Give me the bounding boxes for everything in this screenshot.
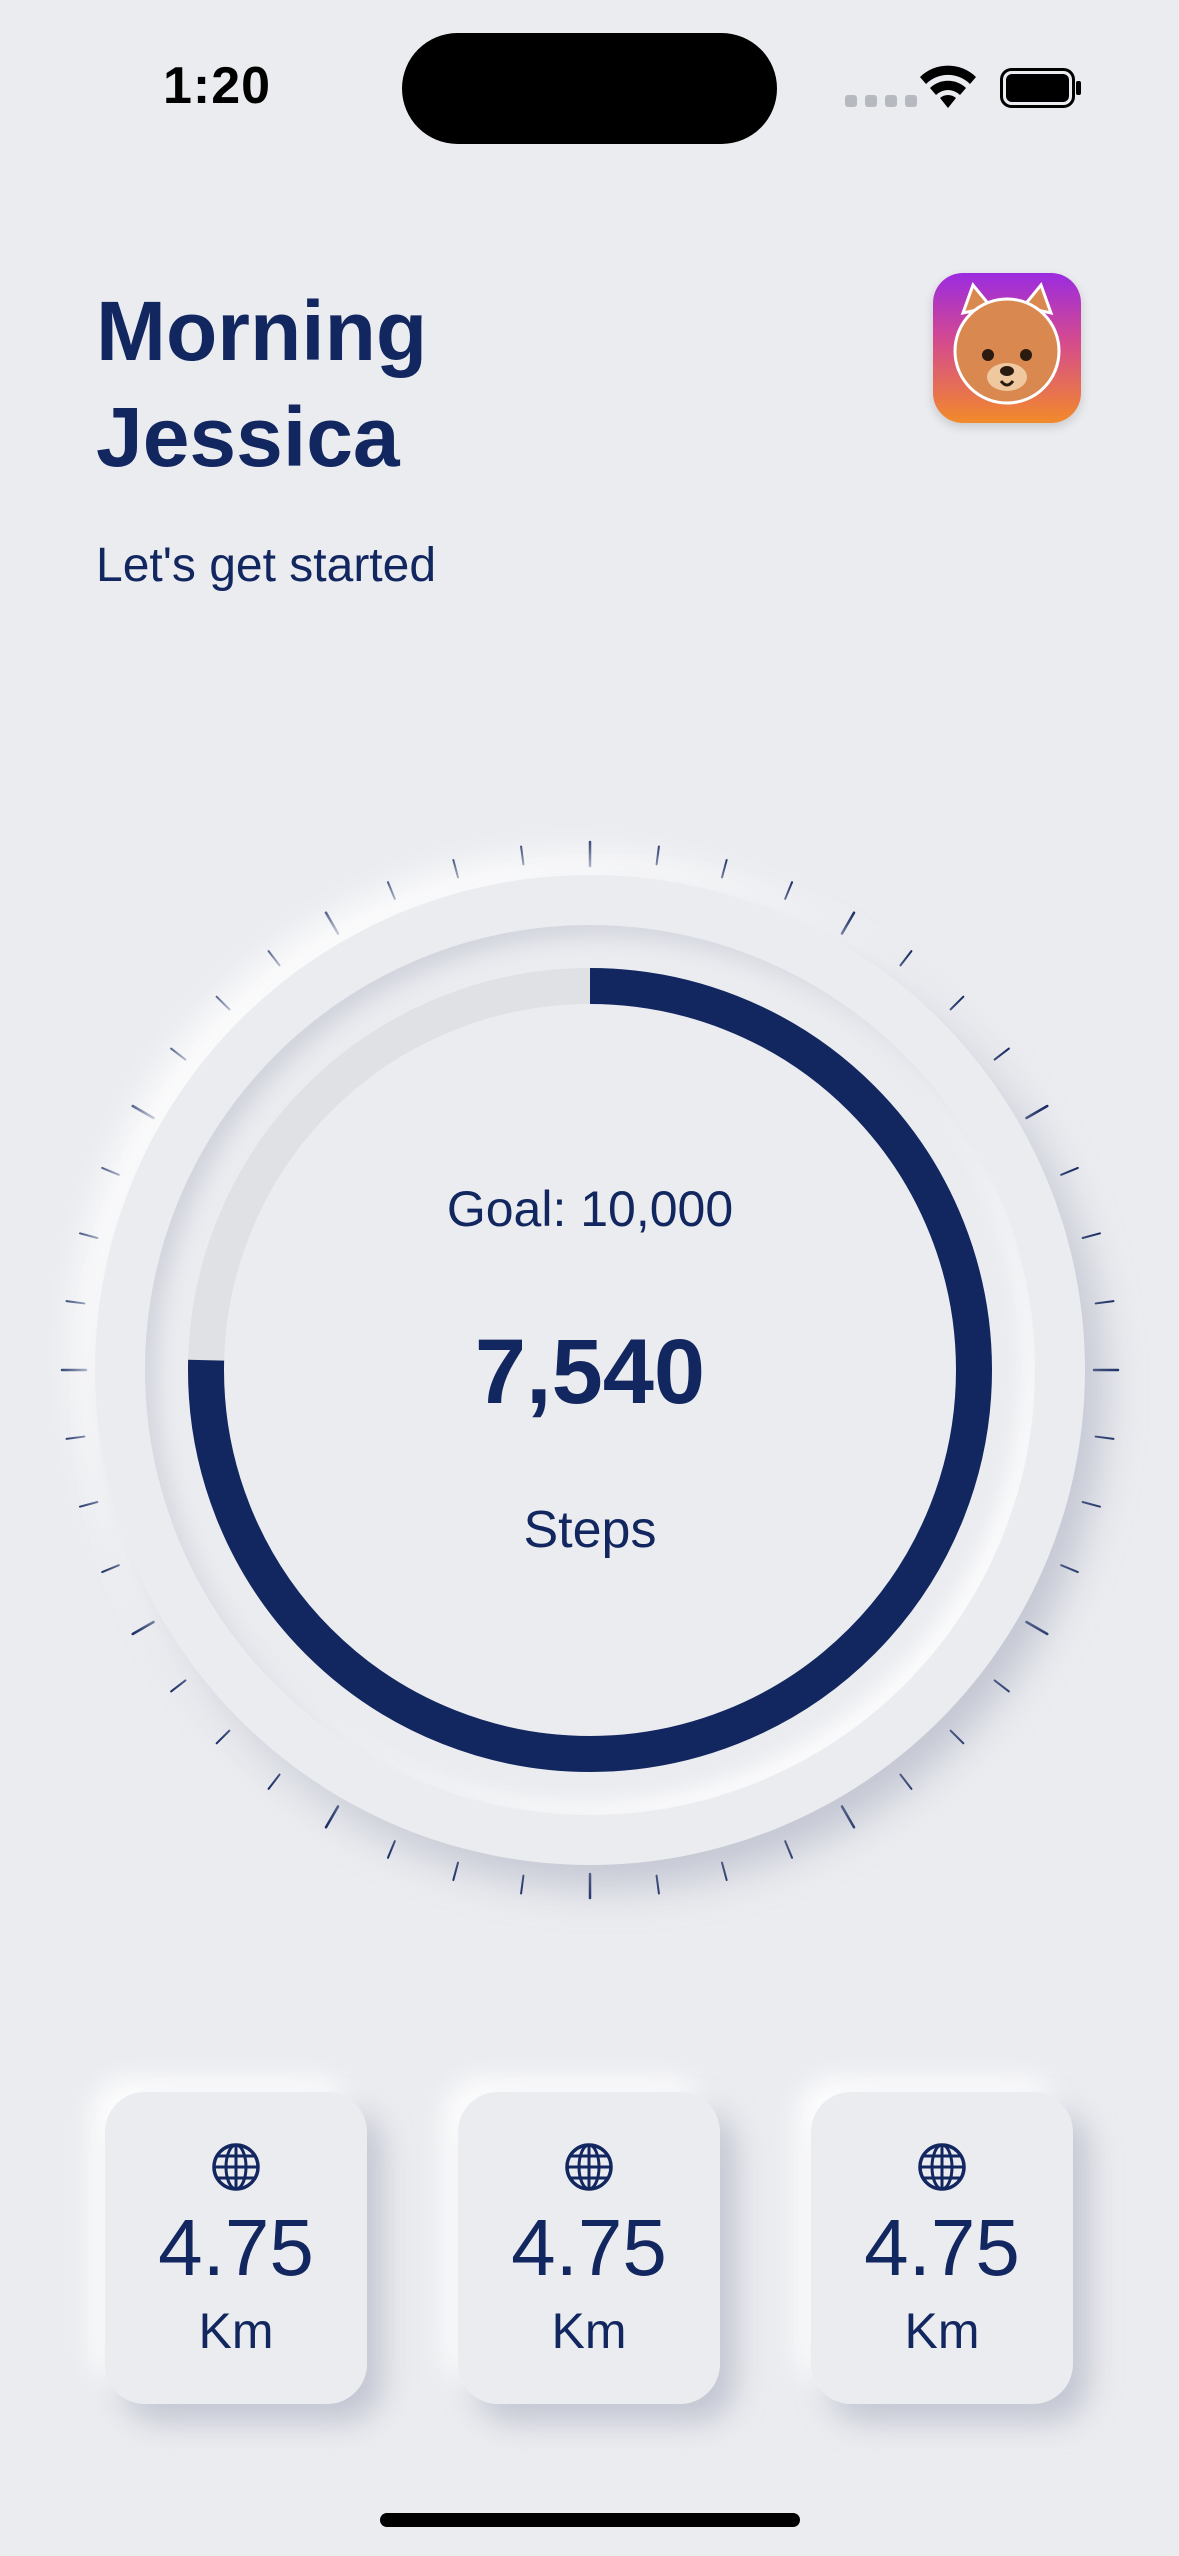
subtitle: Let's get started	[96, 539, 437, 592]
steps-label: Steps	[523, 1501, 657, 1559]
step-dial: Goal: 10,000 7,540 Steps	[40, 820, 1140, 1920]
stat-value: 4.75	[864, 2203, 1020, 2292]
stat-card[interactable]: 4.75 Km	[105, 2092, 367, 2404]
status-time: 1:20	[163, 57, 272, 115]
stat-value: 4.75	[158, 2203, 314, 2292]
greeting-line-2: Jessica	[96, 390, 400, 484]
home-indicator[interactable]	[380, 2513, 800, 2527]
stat-card[interactable]: 4.75 Km	[811, 2092, 1073, 2404]
stat-cards: 4.75 Km 4.75 Km 4.75 Km	[0, 2092, 1179, 2404]
stat-unit: Km	[198, 2303, 274, 2359]
battery-icon	[1000, 68, 1081, 108]
globe-icon	[212, 2143, 260, 2191]
wifi-icon	[920, 65, 976, 108]
stat-unit: Km	[551, 2303, 627, 2359]
greeting-title: Morning Jessica	[96, 278, 427, 490]
stat-value: 4.75	[511, 2203, 667, 2292]
globe-icon	[565, 2143, 613, 2191]
stat-card[interactable]: 4.75 Km	[458, 2092, 720, 2404]
status-bar: 1:20	[0, 0, 1179, 180]
cellular-signal-icon	[845, 95, 917, 107]
globe-icon	[918, 2143, 966, 2191]
fox-avatar-icon	[953, 281, 1061, 405]
greeting-line-1: Morning	[96, 284, 428, 378]
avatar[interactable]	[933, 273, 1081, 423]
steps-value: 7,540	[474, 1321, 706, 1423]
stat-unit: Km	[904, 2303, 980, 2359]
goal-label: Goal: 10,000	[446, 1181, 734, 1237]
dynamic-island	[402, 33, 777, 144]
